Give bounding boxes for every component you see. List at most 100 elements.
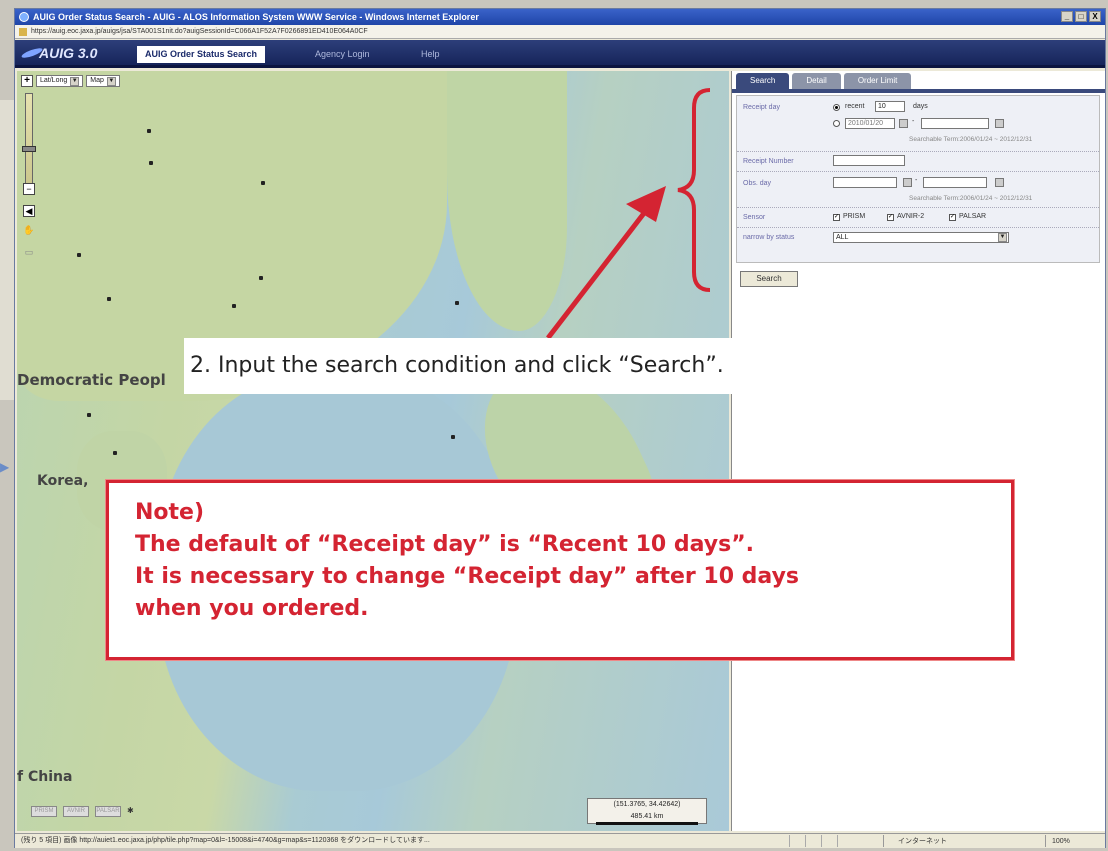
receipt-date-from-input[interactable]: 2010/01/20 — [845, 118, 895, 129]
back-icon[interactable]: ◀ — [23, 205, 35, 217]
status-select[interactable]: ALL ▼ — [833, 232, 1009, 243]
chevron-down-icon: ▼ — [106, 76, 116, 86]
receipt-day-row: Receipt day recent 10 days 2010/01/20 - … — [737, 96, 1099, 152]
security-zone: インターネット — [883, 835, 1033, 847]
map-layer-value: Map — [90, 77, 104, 84]
status-segment — [821, 835, 835, 847]
prism-toggle[interactable]: PRISM — [31, 806, 57, 817]
zoom-level[interactable]: 100% — [1045, 835, 1101, 847]
note-line: It is necessary to change “Receipt day” … — [135, 564, 800, 589]
calendar-icon[interactable] — [995, 119, 1004, 128]
city-marker — [232, 304, 236, 308]
ie-icon — [19, 12, 29, 22]
tab-order-status-search[interactable]: AUIG Order Status Search — [137, 46, 266, 63]
obs-date-from-input[interactable] — [833, 177, 897, 188]
status-value: ALL — [836, 234, 849, 241]
range-dash: - — [912, 118, 915, 125]
recent-radio[interactable] — [833, 104, 840, 111]
map-label-democratic: Democratic Peopl — [17, 371, 166, 389]
sensor-row: Sensor ✓ PRISM ✓ AVNIR-2 ✓ PALSAR — [737, 208, 1099, 228]
title-bar: AUIG Order Status Search - AUIG - ALOS I… — [15, 9, 1105, 25]
calendar-icon[interactable] — [995, 178, 1004, 187]
zoom-slider-thumb[interactable] — [22, 146, 36, 152]
tab-search[interactable]: Search — [736, 73, 790, 89]
zoom-slider[interactable] — [22, 93, 36, 193]
note-line: when you ordered. — [135, 596, 369, 621]
city-marker — [455, 301, 459, 305]
receipt-day-label: Receipt day — [743, 104, 780, 111]
days-label: days — [913, 103, 928, 110]
coordinate-readout: (151.3765, 34.42642) 485.41 km — [587, 798, 707, 825]
receipt-number-row: Receipt Number — [737, 152, 1099, 172]
hand-pan-icon[interactable]: ✋ — [23, 225, 35, 237]
tab-agency-login[interactable]: Agency Login — [307, 46, 378, 63]
palsar-checkbox[interactable]: ✓ — [949, 214, 956, 221]
close-button[interactable]: X — [1089, 11, 1101, 22]
recent-days-value: 10 — [878, 103, 886, 110]
obs-day-label: Obs. day — [743, 180, 772, 187]
calendar-icon[interactable] — [899, 119, 908, 128]
searchable-term-hint: Searchable Term:2006/01/24 ~ 2012/12/31 — [909, 136, 1033, 143]
searchable-term-hint: Searchable Term:2006/01/24 ~ 2012/12/31 — [909, 195, 1033, 202]
city-marker — [147, 129, 151, 133]
date-range-radio[interactable] — [833, 120, 840, 127]
recent-label: recent — [845, 103, 865, 110]
city-marker — [451, 435, 455, 439]
map-label-china: f China — [17, 769, 73, 785]
avnir2-checkbox[interactable]: ✓ — [887, 214, 894, 221]
avnir-toggle[interactable]: AVNIR — [63, 806, 89, 817]
search-button[interactable]: Search — [740, 271, 798, 287]
city-marker — [77, 253, 81, 257]
recent-days-select[interactable]: 10 — [875, 101, 905, 112]
tab-detail[interactable]: Detail — [792, 73, 841, 89]
city-marker — [149, 161, 153, 165]
coord-system-value: Lat/Long — [40, 77, 68, 84]
obs-date-to-input[interactable] — [923, 177, 987, 188]
search-panel: Search Detail Order Limit Receipt day re… — [731, 71, 1105, 831]
status-bar: (残り 5 項目) 画像 http://auiet1.eoc.jaxa.jp/p… — [15, 833, 1105, 848]
receipt-number-input[interactable] — [833, 155, 905, 166]
calendar-icon[interactable] — [903, 178, 912, 187]
select-tool-icon[interactable]: ▭ — [23, 247, 35, 259]
coordinate-value: (151.3765, 34.42642) — [613, 801, 681, 808]
tab-help[interactable]: Help — [413, 46, 448, 63]
status-label: narrow by status — [743, 234, 795, 241]
status-segment — [789, 835, 803, 847]
chevron-down-icon: ▼ — [70, 76, 80, 86]
app-header: AUIG 3.0 AUIG Order Status Search Agency… — [15, 40, 1105, 68]
map-layer-select[interactable]: Map ▼ — [86, 75, 120, 87]
chevron-down-icon: ▼ — [998, 233, 1007, 242]
status-segment — [805, 835, 819, 847]
tab-order-limit[interactable]: Order Limit — [843, 73, 912, 89]
status-text: (残り 5 項目) 画像 http://auiet1.eoc.jaxa.jp/p… — [21, 837, 430, 844]
palsar-toggle[interactable]: PALSAR — [95, 806, 121, 817]
palsar-label: PALSAR — [959, 213, 987, 220]
maximize-button[interactable]: □ — [1075, 11, 1087, 22]
city-marker — [113, 451, 117, 455]
settings-icon[interactable]: ✱ — [127, 806, 134, 817]
receipt-date-from-value: 2010/01/20 — [848, 120, 884, 127]
city-marker — [87, 413, 91, 417]
prism-checkbox[interactable]: ✓ — [833, 214, 840, 221]
address-bar[interactable]: https://auig.eoc.jaxa.jp/auigs/jsa/STA00… — [15, 25, 1105, 39]
map-label-korea: Korea, — [37, 473, 89, 489]
panel-tabs: Search Detail Order Limit — [736, 73, 912, 89]
receipt-date-to-input[interactable] — [921, 118, 989, 129]
status-segment — [837, 835, 851, 847]
coord-system-select[interactable]: Lat/Long ▼ — [36, 75, 84, 87]
map-toolbar: + Lat/Long ▼ Map ▼ — [21, 75, 120, 87]
zoom-in-button[interactable]: + — [21, 75, 33, 87]
zoom-out-button[interactable]: − — [23, 183, 35, 195]
background-arrow-icon: ▶ — [0, 460, 10, 474]
range-dash: - — [915, 177, 918, 184]
obs-day-row: Obs. day - Searchable Term:2006/01/24 ~ … — [737, 172, 1099, 208]
minimize-button[interactable]: _ — [1061, 11, 1073, 22]
window-controls: _ □ X — [1061, 11, 1101, 22]
red-brace-annotation — [677, 88, 711, 292]
sensor-label: Sensor — [743, 214, 766, 221]
map-view[interactable]: + Lat/Long ▼ Map ▼ − ◀ ✋ ▭ Democratic Peop… — [17, 71, 729, 831]
receipt-number-label: Receipt Number — [743, 158, 794, 165]
lock-icon — [19, 28, 27, 36]
instruction-callout: 2. Input the search condition and click … — [184, 338, 900, 394]
panel-tab-bar — [732, 89, 1105, 93]
